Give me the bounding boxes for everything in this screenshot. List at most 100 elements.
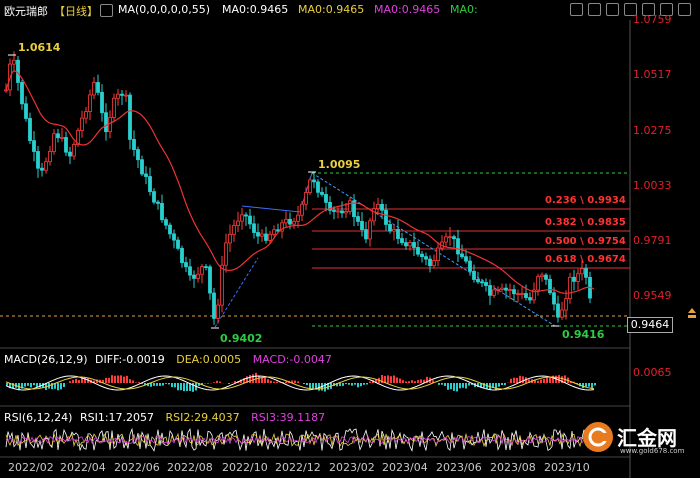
candle-body — [560, 309, 564, 318]
macd-bar — [357, 383, 359, 388]
macd-bar — [36, 383, 38, 387]
rsi3-value: RSI3:39.1187 — [251, 411, 326, 424]
rsi1-value: RSI1:17.2057 — [79, 411, 155, 424]
macd-bar — [180, 383, 182, 391]
candle-body — [192, 274, 196, 279]
macd-bar — [351, 383, 353, 386]
candle-body — [160, 203, 164, 221]
fib-label: 0.382 \ 0.9835 — [545, 217, 626, 228]
window-icon[interactable] — [588, 3, 601, 16]
y-axis-label: 0.9549 — [633, 289, 672, 302]
candle-body — [224, 242, 228, 266]
candle-body — [408, 242, 412, 247]
symbol-name[interactable]: 欧元瑞郎 — [4, 3, 48, 19]
settings-square-icon[interactable] — [100, 4, 113, 17]
candle-body — [80, 117, 84, 131]
macd-bar — [309, 383, 311, 389]
macd-bar — [24, 383, 26, 387]
macd-bar — [6, 383, 8, 386]
candle-body — [500, 287, 504, 290]
ma-value-2: MA0:0.9465 — [298, 3, 365, 16]
minimize-icon[interactable] — [606, 3, 619, 16]
ma-params[interactable]: MA(0,0,0,0,0,55) — [118, 3, 210, 16]
macd-bar — [171, 383, 173, 388]
macd-header: MACD(26,12,9) DIFF:-0.0019 DEA:0.0005 MA… — [4, 353, 332, 366]
candle-body — [432, 260, 436, 267]
macd-bar — [540, 379, 542, 383]
macd-dea-value: DEA:0.0005 — [176, 353, 242, 366]
candle-body — [164, 219, 168, 226]
macd-bar — [342, 383, 344, 386]
candle-body — [504, 287, 508, 291]
candle-body — [32, 140, 36, 152]
candle-body — [188, 266, 192, 276]
candle-body — [268, 233, 272, 241]
macd-bar — [267, 379, 269, 383]
candle-body — [420, 253, 424, 258]
macd-bar — [129, 379, 131, 383]
y-axis-label: 1.0275 — [633, 124, 672, 137]
macd-title[interactable]: MACD(26,12,9) — [4, 353, 88, 366]
macd-bar — [126, 375, 128, 383]
macd-bar — [30, 383, 32, 388]
period-label[interactable]: 【日线】 — [54, 3, 98, 19]
macd-bar — [105, 377, 107, 383]
macd-bar — [318, 383, 320, 391]
candle-body — [304, 192, 308, 205]
candle-body — [228, 233, 232, 244]
candle-body — [548, 278, 552, 294]
candle-body — [92, 82, 96, 96]
macd-bar — [441, 383, 443, 385]
candle-body — [460, 253, 464, 258]
macd-bar — [498, 383, 500, 387]
candle-body — [388, 224, 392, 232]
ma-value: MA0:0.9465 — [222, 3, 289, 16]
add-icon[interactable] — [570, 3, 583, 16]
x-axis-label: 2022/08 — [167, 461, 213, 474]
candle-body — [356, 216, 360, 222]
macd-bar — [369, 381, 371, 383]
candle-body — [568, 276, 572, 300]
candle-body — [180, 247, 184, 263]
macd-bar — [447, 383, 449, 390]
macd-bar — [153, 383, 155, 386]
candle-body — [216, 304, 220, 319]
more-icon[interactable] — [678, 3, 691, 16]
macd-bar — [27, 383, 29, 386]
macd-bar — [366, 383, 368, 385]
macd-bar — [159, 383, 161, 386]
fib-label: 0.618 \ 0.9674 — [545, 254, 626, 265]
candle-body — [576, 273, 580, 282]
candle-body — [112, 97, 116, 118]
macd-bar — [594, 383, 596, 386]
x-axis-label: 2022/02 — [8, 461, 54, 474]
candle-body — [348, 200, 352, 212]
ma-value-4: MA0: — [450, 3, 478, 16]
candle-body — [520, 293, 524, 295]
candle-body — [148, 176, 152, 193]
x-axis-label: 2023/10 — [544, 461, 590, 474]
y-axis-label: 1.0033 — [633, 179, 672, 192]
candle-body — [236, 220, 240, 227]
rsi-title[interactable]: RSI(6,12,24) — [4, 411, 72, 424]
macd-bar — [258, 375, 260, 383]
macd-bar — [588, 383, 590, 387]
rsi2-value: RSI2:29.4037 — [165, 411, 240, 424]
macd-bar — [306, 383, 308, 386]
candle-body — [456, 238, 460, 255]
macd-bar — [312, 383, 314, 389]
candle-body — [104, 112, 108, 133]
candle-body — [448, 236, 452, 239]
candle-body — [108, 117, 112, 133]
candle-body — [36, 151, 40, 169]
macd-bar — [117, 375, 119, 383]
candle-body — [52, 133, 56, 152]
macd-bar — [123, 376, 125, 383]
candle-body — [4, 89, 8, 92]
candle-body — [232, 225, 236, 235]
current-price-tag: 0.9464 — [627, 317, 673, 333]
candle-body — [44, 161, 48, 171]
annotation-high2: 1.0095 — [318, 158, 361, 171]
macd-bar — [186, 383, 188, 392]
ma-line — [5, 70, 595, 294]
